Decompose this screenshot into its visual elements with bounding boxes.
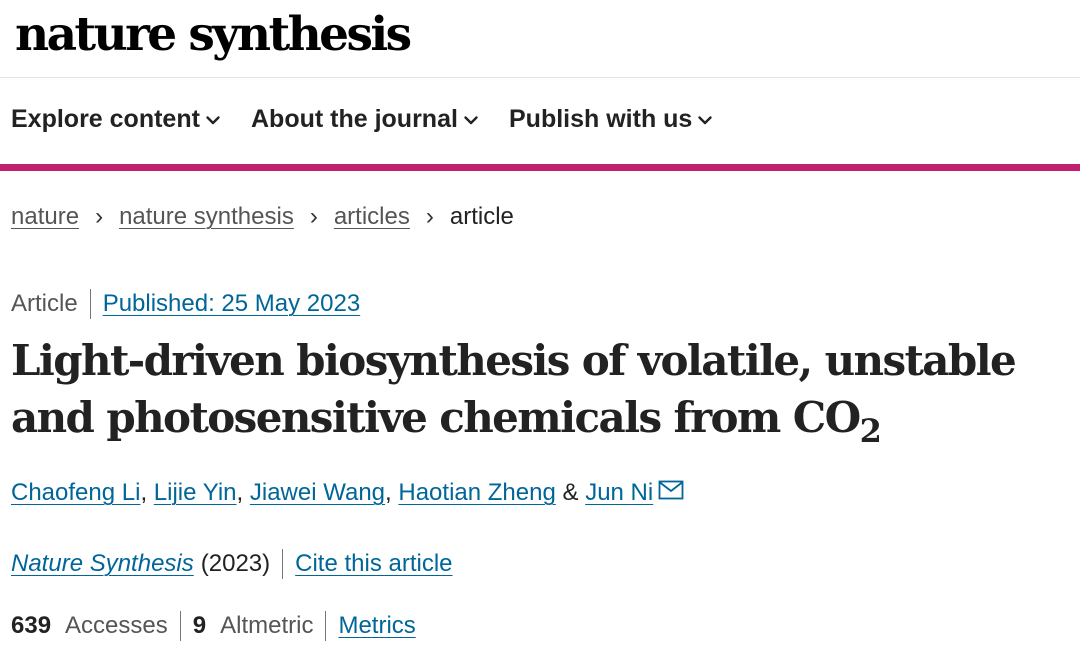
cite-article-link[interactable]: Cite this article — [295, 550, 452, 578]
article-title-subscript: 2 — [859, 412, 882, 450]
breadcrumb: nature › nature synthesis › articles › a… — [11, 203, 514, 231]
nav-explore-content-label: Explore content — [11, 105, 200, 133]
author-separator: , — [385, 479, 392, 506]
author-link[interactable]: Lijie Yin — [154, 479, 237, 507]
chevron-down-icon — [206, 115, 220, 124]
nav-publish-with-us-label: Publish with us — [509, 105, 693, 133]
mail-icon[interactable] — [658, 480, 684, 500]
article-title: Light-driven biosynthesis of volatile, u… — [11, 332, 1076, 447]
author-separator: , — [236, 479, 244, 506]
published-date-link[interactable]: Published: 25 May 2023 — [103, 290, 361, 318]
breadcrumb-nature[interactable]: nature — [11, 203, 79, 231]
meta-divider — [325, 611, 327, 641]
author-link[interactable]: Jiawei Wang — [250, 479, 385, 507]
nav-explore-content[interactable]: Explore content — [11, 105, 221, 134]
breadcrumb-separator: › — [95, 203, 104, 230]
nav-about-journal-label: About the journal — [251, 105, 458, 133]
breadcrumb-articles[interactable]: articles — [334, 203, 410, 231]
altmetric-count: 9 — [192, 612, 207, 639]
main-nav: Explore content About the journal Publis… — [0, 78, 1080, 164]
author-list: Chaofeng Li, Lijie Yin, Jiawei Wang, Hao… — [11, 479, 684, 507]
nav-publish-with-us[interactable]: Publish with us — [509, 105, 713, 134]
article-meta: Article Published: 25 May 2023 — [11, 289, 360, 319]
author-ampersand: & — [562, 479, 579, 506]
nav-about-journal[interactable]: About the journal — [251, 105, 479, 134]
author-link[interactable]: Chaofeng Li — [11, 479, 140, 507]
meta-divider — [282, 549, 284, 579]
accesses-count: 639 — [11, 612, 52, 639]
breadcrumb-current: article — [449, 203, 514, 230]
author-link[interactable]: Haotian Zheng — [398, 479, 555, 507]
altmetric-label: Altmetric — [220, 612, 314, 639]
breadcrumb-separator: › — [309, 203, 318, 230]
breadcrumb-separator: › — [425, 203, 434, 230]
chevron-down-icon — [698, 115, 713, 124]
author-separator: , — [140, 479, 148, 506]
accent-rule — [0, 164, 1080, 171]
meta-divider — [179, 611, 181, 641]
chevron-down-icon — [464, 115, 478, 124]
journal-name-link[interactable]: Nature Synthesis — [11, 550, 194, 578]
brand-header: nature synthesis — [0, 0, 1080, 78]
meta-divider — [89, 289, 91, 319]
corresponding-author-link[interactable]: Jun Ni — [585, 479, 653, 507]
article-type: Article — [11, 290, 78, 317]
metrics-link[interactable]: Metrics — [338, 612, 415, 640]
journal-logo[interactable]: nature synthesis — [15, 4, 412, 66]
accesses-label: Accesses — [65, 612, 168, 639]
breadcrumb-nature-synthesis[interactable]: nature synthesis — [119, 203, 294, 231]
journal-row: Nature Synthesis (2023) Cite this articl… — [11, 549, 453, 579]
journal-year: (2023) — [200, 550, 271, 577]
metrics-row: 639 Accesses 9 Altmetric Metrics — [11, 611, 416, 641]
